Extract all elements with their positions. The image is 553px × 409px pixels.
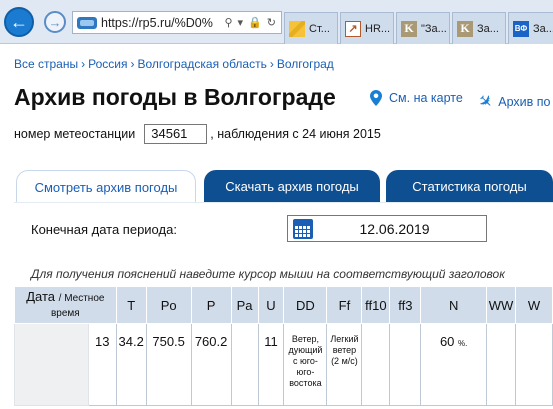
pressure-tendency-cell <box>230 323 259 406</box>
arrow-right-icon: → <box>48 14 62 30</box>
address-bar[interactable]: https://rp5.ru/%D0% ⚲ ▾ 🔒 ↻ <box>72 11 282 34</box>
address-url: https://rp5.ru/%D0% <box>101 15 213 30</box>
map-link[interactable]: См. на карте <box>370 90 463 106</box>
station-number-input[interactable]: 34561 <box>144 124 208 144</box>
site-favicon-icon <box>77 16 97 29</box>
table-header-row: Дата / Местное время T Po P Pa U DD Ff f… <box>14 286 553 324</box>
col-header-U[interactable]: U <box>257 286 285 324</box>
arrow-left-icon: ← <box>10 11 28 32</box>
col-header-N[interactable]: N <box>420 286 488 324</box>
cloud-cover-cell: 60 %. <box>420 323 488 406</box>
col-header-P[interactable]: P <box>190 286 232 324</box>
date-cell <box>14 323 89 406</box>
back-button[interactable]: ← <box>4 7 34 37</box>
airport-archive-label: Архив по <box>498 95 551 109</box>
k-icon: K <box>457 20 473 37</box>
tab-view-archive[interactable]: Смотреть архив погоды <box>16 170 196 203</box>
weather-table-container: Дата / Местное время T Po P Pa U DD Ff f… <box>14 286 553 409</box>
table-row: 13 34.2 750.5 760.2 11 Ветер, дующий с ю… <box>14 323 553 406</box>
forward-button[interactable]: → <box>44 11 66 33</box>
past-weather-cell <box>515 323 553 406</box>
page-title: Архив погоды в Волгограде <box>14 84 336 110</box>
station-label: номер метеостанции <box>14 127 136 141</box>
browser-toolbar: ← → https://rp5.ru/%D0% ⚲ ▾ 🔒 ↻ Ст... ↗ … <box>0 0 553 44</box>
calendar-icon[interactable] <box>293 218 313 239</box>
search-icon[interactable]: ⚲ <box>224 16 232 29</box>
browser-tab-1[interactable]: Ст... <box>284 12 338 44</box>
airport-archive-link[interactable]: ✈ Архив по <box>474 90 551 114</box>
weather-table: Дата / Местное время T Po P Pa U DD Ff f… <box>14 286 553 406</box>
breadcrumb-item-region[interactable]: Волгоградская область <box>137 57 266 71</box>
col-header-DD[interactable]: DD <box>283 286 328 324</box>
humidity-cell: 11 <box>257 323 285 406</box>
tab-download-archive[interactable]: Скачать архив погоды <box>204 170 380 203</box>
browser-tab-3[interactable]: K "За... <box>396 12 450 44</box>
breadcrumb-item-russia[interactable]: Россия <box>88 57 127 71</box>
browser-tab-label: За... <box>533 22 553 35</box>
wind-speed-cell: Легкий ветер (2 м/с) <box>326 323 363 406</box>
vf-icon: ВФ <box>513 20 529 37</box>
station-pressure-cell: 750.5 <box>145 323 192 406</box>
archive-tabs: Смотреть архив погоды Скачать архив пого… <box>14 170 553 203</box>
period-label: Конечная дата периода: <box>31 222 177 237</box>
browser-tab-5[interactable]: ВФ За... <box>508 12 553 44</box>
col-header-ff3[interactable]: ff3 <box>389 286 422 324</box>
browser-tab-label: "За... <box>421 22 447 35</box>
sea-level-pressure-cell: 760.2 <box>190 323 232 406</box>
temperature-cell: 34.2 <box>115 323 147 406</box>
browser-window: ← → https://rp5.ru/%D0% ⚲ ▾ 🔒 ↻ Ст... ↗ … <box>0 0 553 409</box>
hr-icon: ↗ <box>345 20 361 37</box>
browser-tab-label: За... <box>477 22 499 35</box>
browser-tab-2[interactable]: ↗ HR... <box>340 12 394 44</box>
browser-tab-label: Ст... <box>309 22 330 35</box>
col-header-Po[interactable]: Po <box>145 286 192 324</box>
breadcrumb-item-city[interactable]: Волгоград <box>277 57 334 71</box>
browser-tab-label: HR... <box>365 22 391 35</box>
col-header-Pa[interactable]: Pa <box>230 286 259 324</box>
time-cell: 13 <box>87 323 117 406</box>
end-date-value: 12.06.2019 <box>359 220 430 237</box>
gust-3-cell <box>389 323 422 406</box>
col-header-Ff[interactable]: Ff <box>326 286 363 324</box>
present-weather-cell <box>486 323 517 406</box>
dropdown-icon[interactable]: ▾ <box>238 16 244 29</box>
map-link-label: См. на карте <box>389 91 463 105</box>
lock-icon[interactable]: 🔒 <box>248 16 262 29</box>
browser-tab-strip: Ст... ↗ HR... K "За... K За... ВФ За... <box>284 12 553 44</box>
breadcrumb: Все страны › Россия › Волгоградская область ›… <box>14 57 334 71</box>
col-header-W[interactable]: W <box>515 286 553 324</box>
sticky-note-icon <box>289 20 305 37</box>
wind-direction-cell: Ветер, дующий с юго-юго-востока <box>283 323 328 406</box>
col-header-T[interactable]: T <box>115 286 147 324</box>
col-header-ff10[interactable]: ff10 <box>361 286 391 324</box>
map-pin-icon <box>370 90 382 106</box>
k-icon: K <box>401 20 417 37</box>
breadcrumb-item-countries[interactable]: Все страны <box>14 57 78 71</box>
col-header-date[interactable]: Дата / Местное время <box>14 286 117 324</box>
tab-statistics[interactable]: Статистика погоды <box>386 170 553 203</box>
gust-10-cell <box>361 323 391 406</box>
station-row: номер метеостанции 34561 , наблюдения с … <box>14 124 381 144</box>
col-header-WW[interactable]: WW <box>486 286 517 324</box>
station-since-text: , наблюдения с 24 июня 2015 <box>210 127 381 141</box>
refresh-icon[interactable]: ↻ <box>267 16 276 29</box>
browser-tab-4[interactable]: K За... <box>452 12 506 44</box>
airplane-icon: ✈ <box>473 89 498 114</box>
hint-text: Для получения пояснений наведите курсор … <box>31 267 505 281</box>
end-date-field[interactable]: 12.06.2019 <box>287 215 487 242</box>
